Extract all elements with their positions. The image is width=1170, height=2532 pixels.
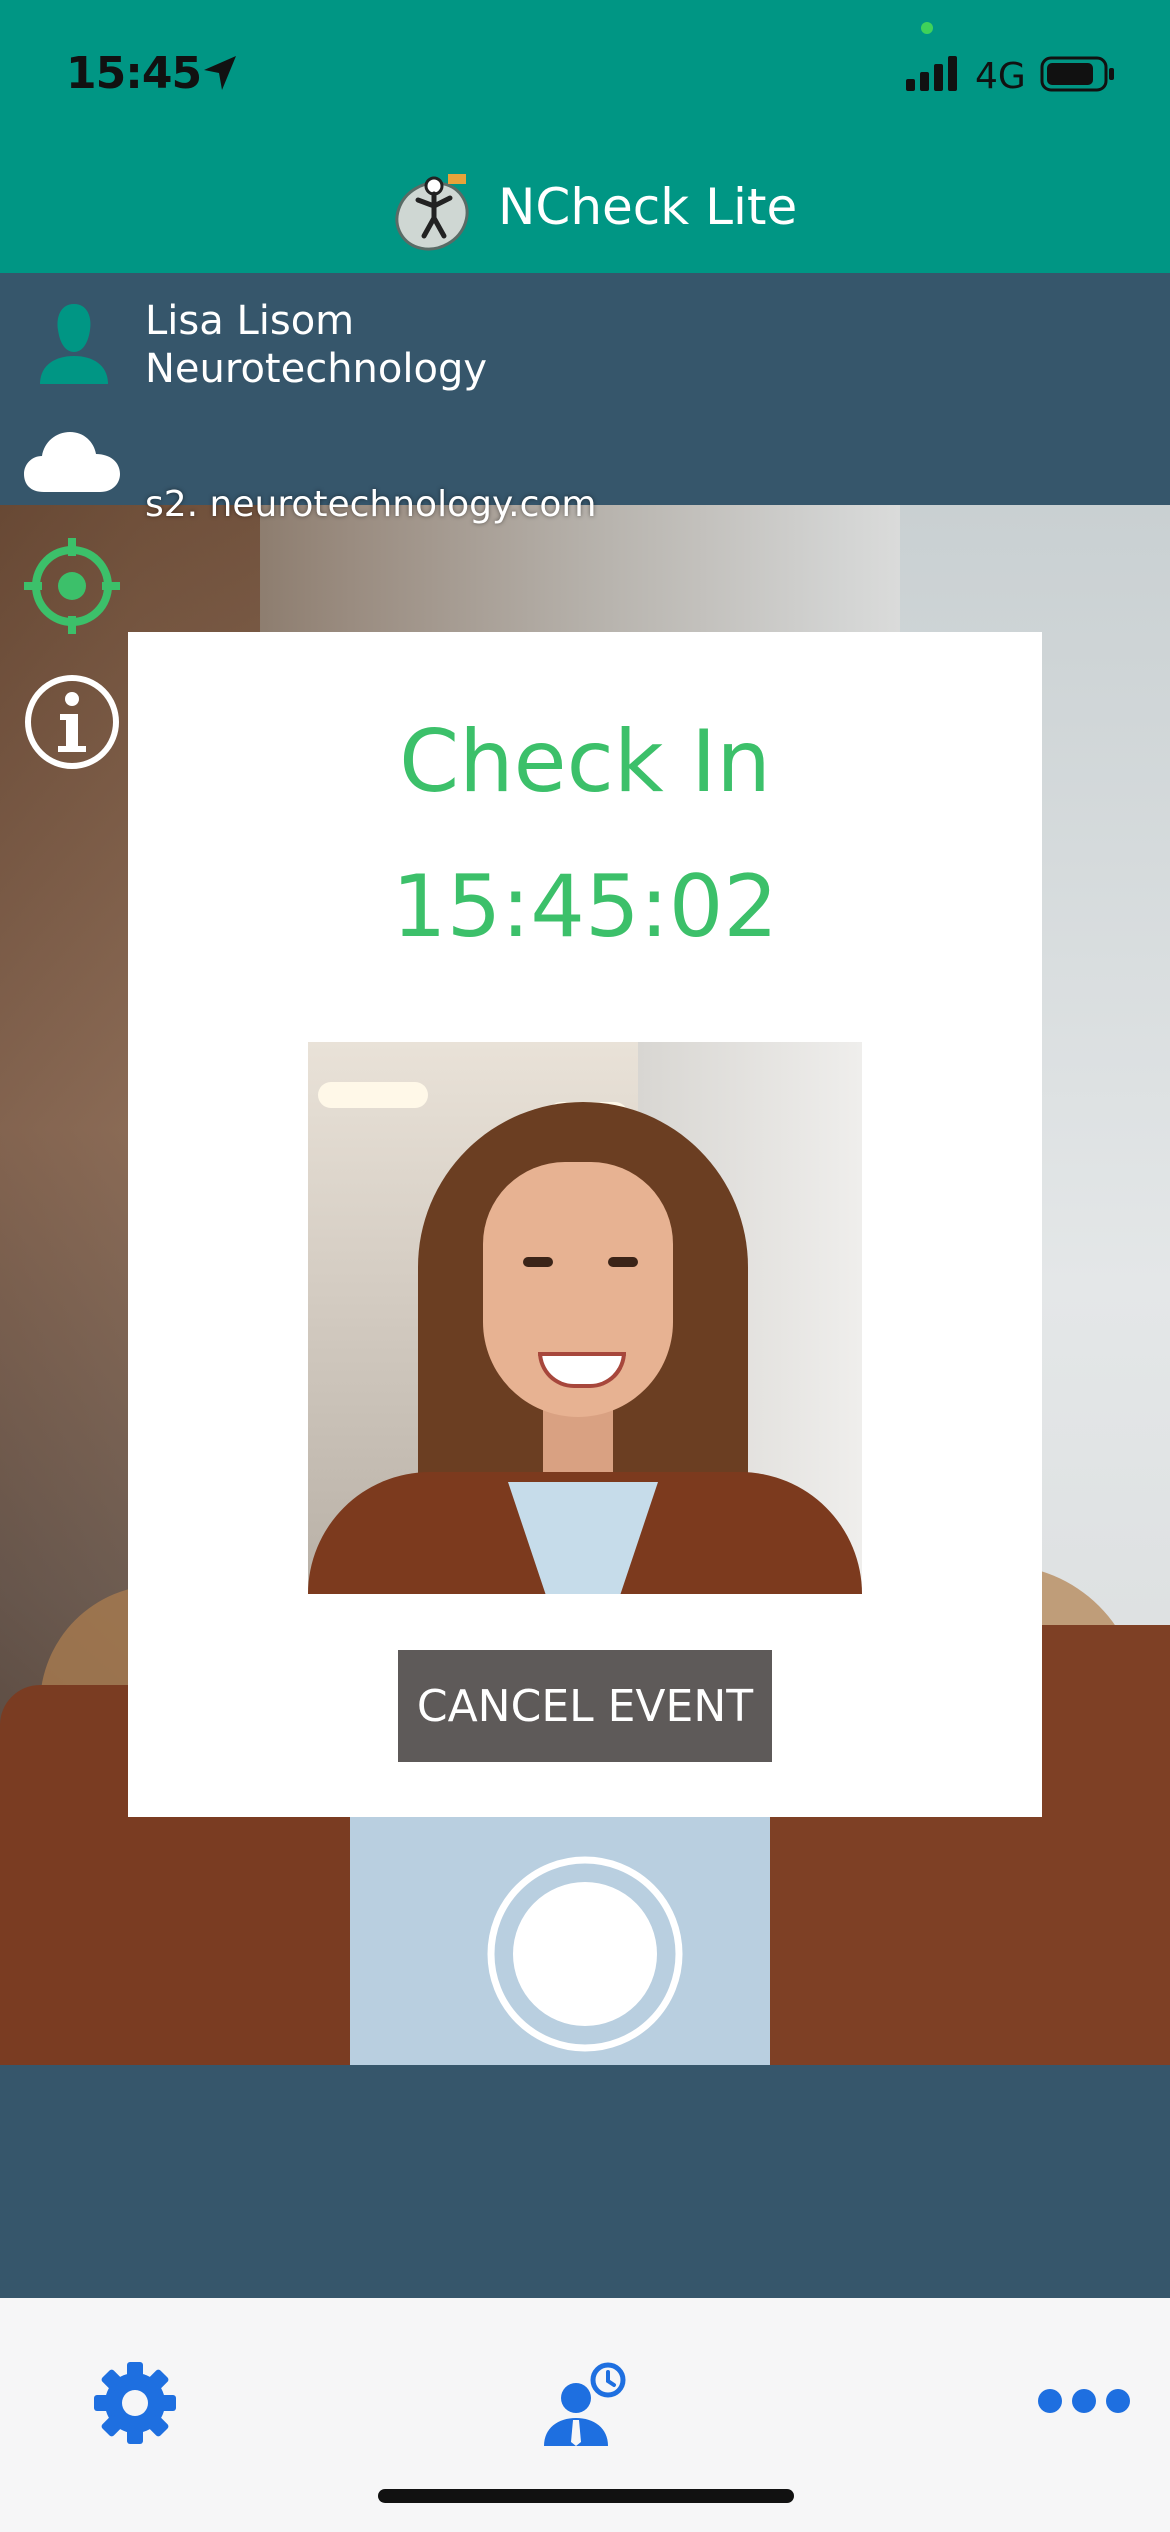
server-address: s2. neurotechnology.com — [145, 484, 597, 525]
network-type: 4G — [975, 56, 1026, 97]
user-name: Lisa Lisom — [145, 298, 355, 344]
app-header: NCheck Lite — [0, 150, 1170, 273]
app-title: NCheck Lite — [498, 178, 798, 236]
info-icon[interactable] — [22, 672, 122, 772]
check-in-dialog: Check In 15:45:02 CANCEL EVENT — [128, 632, 1042, 1817]
event-title: Check In — [399, 712, 771, 812]
app-logo-icon — [395, 174, 469, 251]
battery-icon — [1040, 56, 1114, 92]
location-arrow-icon — [204, 56, 236, 90]
user-organization: Neurotechnology — [145, 346, 488, 392]
privacy-indicator-dot — [921, 22, 933, 34]
user-icon[interactable] — [36, 300, 112, 384]
cellular-signal-icon — [906, 56, 957, 91]
user-photo — [308, 1042, 862, 1594]
gear-icon[interactable] — [92, 2360, 178, 2446]
home-indicator[interactable] — [378, 2489, 794, 2503]
capture-button[interactable] — [484, 1853, 686, 2055]
target-icon[interactable] — [22, 536, 122, 636]
cloud-icon[interactable] — [22, 428, 122, 494]
attendance-icon[interactable] — [540, 2358, 630, 2448]
cancel-event-button[interactable]: CANCEL EVENT — [398, 1650, 772, 1762]
status-time: 15:45 — [66, 48, 202, 99]
event-time: 15:45:02 — [391, 857, 779, 957]
status-bar: 15:45 4G — [0, 0, 1170, 150]
more-icon[interactable] — [1036, 2386, 1132, 2416]
